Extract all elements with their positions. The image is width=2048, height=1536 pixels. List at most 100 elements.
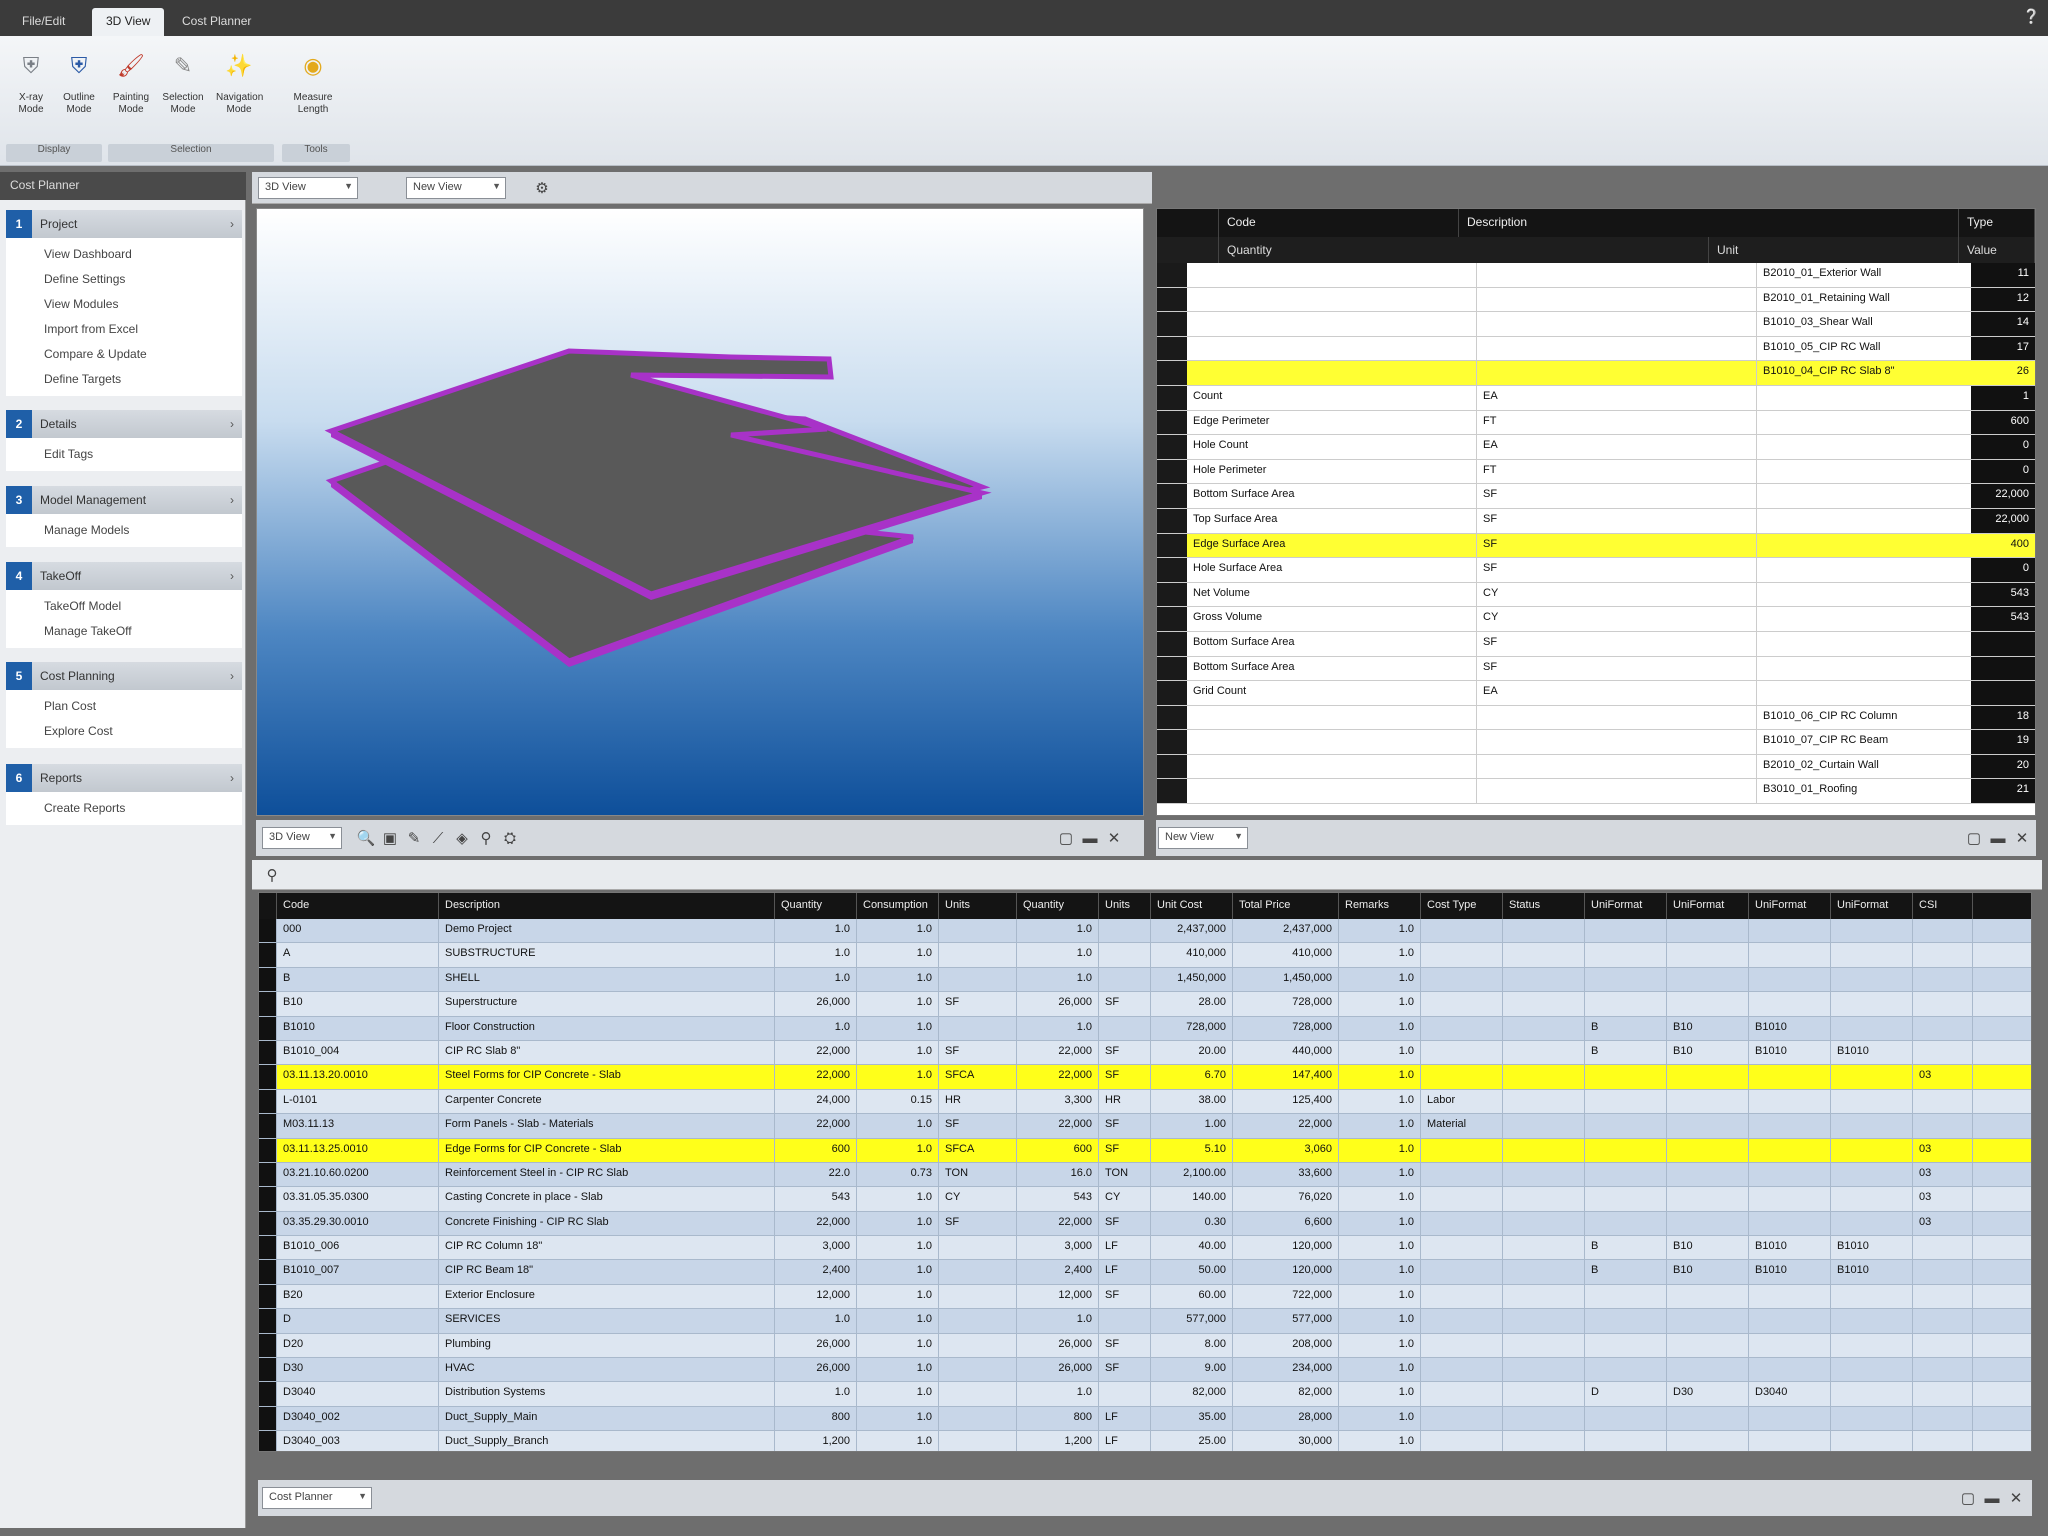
column-header[interactable]: UniFormat (1667, 893, 1749, 919)
filter-icon[interactable]: ⚲ (262, 865, 282, 885)
property-row[interactable]: B1010_03_Shear Wall 14 (1157, 312, 2035, 337)
table-row[interactable]: B1010_004 CIP RC Slab 8" 22,000 1.0 SF 22,000… (259, 1040, 2031, 1066)
sidebar-link[interactable]: Define Settings (44, 267, 242, 292)
section-header[interactable]: 2 Details › (6, 410, 242, 438)
close-icon[interactable]: ✕ (2006, 1488, 2026, 1508)
table-row[interactable]: D30 HVAC 26,000 1.0 26,000 SF 9.00 234,000 1.0 (259, 1358, 2031, 1383)
table-row[interactable]: B10 Superstructure 26,000 1.0 SF 26,000 SF 28.0… (259, 992, 2031, 1017)
painting-mode-button[interactable]: 🖌 Painting Mode (108, 46, 154, 146)
property-row[interactable]: Top Surface Area SF 22,000 (1157, 508, 2035, 534)
sidebar-link[interactable]: Manage Models (44, 518, 242, 543)
property-row[interactable]: B2010_01_Retaining Wall 12 (1157, 287, 2035, 313)
sidebar-link[interactable]: View Dashboard (44, 242, 242, 267)
sidebar-link[interactable]: Define Targets (44, 367, 242, 392)
3d-viewport[interactable] (256, 208, 1144, 816)
table-row[interactable]: 000 Demo Project 1.0 1.0 1.0 2,437,000 2,437,0… (259, 919, 2031, 944)
property-row[interactable]: Hole Surface Area SF 0 (1157, 558, 2035, 583)
sidebar-link[interactable]: Explore Cost (44, 719, 242, 744)
minimize-icon[interactable]: ▬ (1080, 828, 1100, 848)
property-row[interactable]: B1010_07_CIP RC Beam 19 (1157, 730, 2035, 755)
property-row[interactable]: Grid Count EA (1157, 681, 2035, 706)
walk-icon[interactable]: ⚲ (476, 828, 496, 848)
table-row[interactable]: 03.11.13.25.0010 Edge Forms for CIP Concr… (259, 1138, 2031, 1163)
table-row[interactable]: 03.31.05.35.0300 Casting Concrete in plac… (259, 1187, 2031, 1212)
properties-grid[interactable]: Code Description Type Quantity Unit Valu… (1156, 208, 2036, 816)
table-row[interactable]: D20 Plumbing 26,000 1.0 26,000 SF 8.00 208,000 1… (259, 1333, 2031, 1359)
view-mode-combo[interactable]: 3D View ▼ (258, 177, 358, 199)
view-bottom-combo[interactable]: 3D View ▼ (262, 827, 342, 849)
property-row[interactable]: Hole Count EA 0 (1157, 435, 2035, 460)
view-select-combo[interactable]: New View ▼ (406, 177, 506, 199)
property-row[interactable]: Bottom Surface Area SF (1157, 631, 2035, 657)
column-header[interactable]: Units (1099, 893, 1151, 919)
property-row[interactable]: B2010_01_Exterior Wall 11 (1157, 263, 2035, 288)
column-header[interactable]: UniFormat (1749, 893, 1831, 919)
outline-mode-button[interactable]: ⛨ Outline Mode (56, 46, 102, 146)
table-row[interactable]: D3040 Distribution Systems 1.0 1.0 1.0 82,000… (259, 1382, 2031, 1407)
property-row[interactable]: Gross Volume CY 543 (1157, 607, 2035, 632)
window-icon[interactable]: ▢ (1964, 828, 1984, 848)
column-header[interactable]: Total Price (1233, 893, 1339, 919)
table-row[interactable]: A SUBSTRUCTURE 1.0 1.0 1.0 410,000 410,000 1.0 (259, 943, 2031, 968)
section-header[interactable]: 6 Reports › (6, 764, 242, 792)
column-header[interactable]: UniFormat (1585, 893, 1667, 919)
table-row[interactable]: L-0101 Carpenter Concrete 24,000 0.15 HR 3,30… (259, 1089, 2031, 1115)
property-row[interactable]: B1010_06_CIP RC Column 18 (1157, 705, 2035, 731)
table-row[interactable]: 03.21.10.60.0200 Reinforcement Steel in -… (259, 1162, 2031, 1188)
measure-length-button[interactable]: ◉ Measure Length (290, 46, 336, 146)
settings-icon[interactable]: ⚙ (532, 178, 552, 198)
table-row[interactable]: 03.11.13.20.0010 Steel Forms for CIP Conc… (259, 1065, 2031, 1090)
section-header[interactable]: 3 Model Management › (6, 486, 242, 514)
sidebar-link[interactable]: Plan Cost (44, 694, 242, 719)
close-icon[interactable]: ✕ (2012, 828, 2032, 848)
property-row[interactable]: Edge Surface Area SF 400 (1157, 533, 2035, 559)
section-header[interactable]: 5 Cost Planning › (6, 662, 242, 690)
column-header[interactable]: Quantity (775, 893, 857, 919)
column-header[interactable]: Unit Cost (1151, 893, 1233, 919)
property-row[interactable]: B2010_02_Curtain Wall 20 (1157, 754, 2035, 780)
property-row[interactable]: Bottom Surface Area SF 22,000 (1157, 484, 2035, 509)
cube-icon[interactable]: ▣ (380, 828, 400, 848)
sidebar-link[interactable]: Manage TakeOff (44, 619, 242, 644)
sidebar-link[interactable]: Import from Excel (44, 317, 242, 342)
section-icon[interactable]: ◈ (452, 828, 472, 848)
column-header[interactable]: Code (277, 893, 439, 919)
window-icon[interactable]: ▢ (1958, 1488, 1978, 1508)
sidebar-link[interactable]: View Modules (44, 292, 242, 317)
measure-icon[interactable]: ⟋ (428, 828, 448, 848)
section-header[interactable]: 4 TakeOff › (6, 562, 242, 590)
table-row[interactable]: D SERVICES 1.0 1.0 1.0 577,000 577,000 1.0 (259, 1309, 2031, 1334)
tab-cost-planner[interactable]: Cost Planner (168, 8, 265, 36)
column-header[interactable]: Consumption (857, 893, 939, 919)
help-icon[interactable]: ❔ (2023, 8, 2040, 25)
tab-file-edit[interactable]: File/Edit (8, 8, 79, 36)
table-row[interactable]: 03.35.29.30.0010 Concrete Finishing - CIP… (259, 1211, 2031, 1237)
cost-grid[interactable]: Code Description Quantity Consumption Units Q… (258, 892, 2032, 1452)
sidebar-link[interactable]: TakeOff Model (44, 594, 242, 619)
table-row[interactable]: B1010_006 CIP RC Column 18" 3,000 1.0 3,000 L… (259, 1236, 2031, 1261)
table-row[interactable]: B1010_007 CIP RC Beam 18" 2,400 1.0 2,400 LF 5… (259, 1260, 2031, 1285)
property-row[interactable]: B1010_04_CIP RC Slab 8" 26 (1157, 361, 2035, 386)
column-header[interactable]: UniFormat (1831, 893, 1913, 919)
zoom-icon[interactable]: 🔍 (356, 828, 376, 848)
property-row[interactable]: Net Volume CY 543 (1157, 582, 2035, 608)
paint-icon[interactable]: ✎ (404, 828, 424, 848)
column-header[interactable]: Cost Type (1421, 893, 1503, 919)
property-row[interactable]: Count EA 1 (1157, 385, 2035, 411)
column-header[interactable]: Quantity (1017, 893, 1099, 919)
sidebar-link[interactable]: Compare & Update (44, 342, 242, 367)
xray-mode-button[interactable]: ⛨ X-ray Mode (8, 46, 54, 146)
column-header[interactable]: Remarks (1339, 893, 1421, 919)
column-header[interactable]: Status (1503, 893, 1585, 919)
window-icon[interactable]: ▢ (1056, 828, 1076, 848)
table-row[interactable]: D3040_002 Duct_Supply_Main 800 1.0 800 LF 35.0… (259, 1406, 2031, 1432)
sidebar-link[interactable]: Create Reports (44, 796, 242, 821)
table-row[interactable]: B1010 Floor Construction 1.0 1.0 1.0 728,000 7… (259, 1016, 2031, 1041)
property-row[interactable]: B3010_01_Roofing 21 (1157, 779, 2035, 805)
section-header[interactable]: 1 Project › (6, 210, 242, 238)
column-header[interactable]: Units (939, 893, 1017, 919)
table-row[interactable]: B SHELL 1.0 1.0 1.0 1,450,000 1,450,000 1.0 (259, 967, 2031, 993)
sidebar-link[interactable]: Edit Tags (44, 442, 242, 467)
fly-icon[interactable]: ⛭ (500, 828, 520, 848)
property-row[interactable]: Bottom Surface Area SF (1157, 656, 2035, 682)
